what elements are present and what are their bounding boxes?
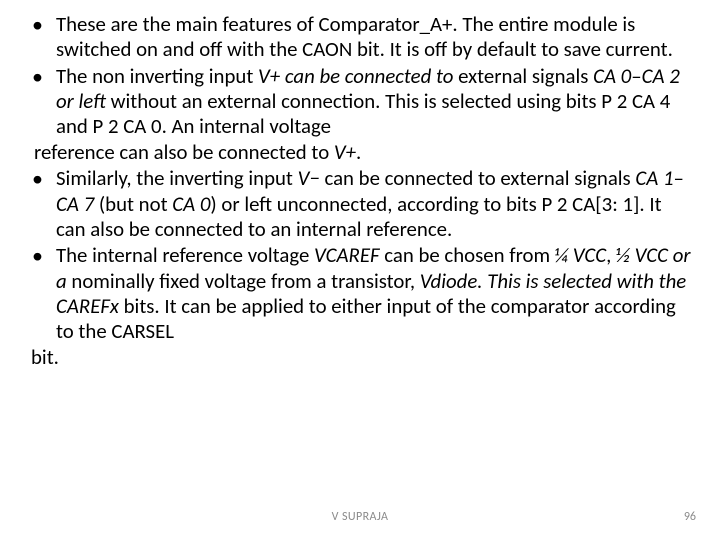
slide: These are the main features of Comparato… bbox=[0, 0, 720, 540]
b3-d: CA 1 bbox=[635, 165, 673, 191]
b4-k: bits. It can be applied to either input … bbox=[56, 293, 676, 344]
b4-b: VCAREF bbox=[314, 242, 384, 268]
b2-g: without an external connection. This is … bbox=[56, 88, 670, 139]
b3-e: – bbox=[674, 165, 684, 191]
b2-c: external signals bbox=[458, 63, 593, 89]
bullet-item-3: Similarly, the inverting input V− can be… bbox=[28, 166, 692, 242]
b2-i: V+ bbox=[334, 139, 356, 165]
bullet-list: These are the main features of Comparato… bbox=[28, 12, 692, 370]
b4-j: CAREFx bbox=[56, 293, 124, 319]
b4-e: , bbox=[606, 242, 616, 268]
bullet-item-1: These are the main features of Comparato… bbox=[28, 12, 692, 63]
b3-f: CA 7 bbox=[56, 191, 99, 217]
b3-h: CA 0 bbox=[172, 191, 210, 217]
bullet-1-text: These are the main features of Comparato… bbox=[56, 11, 673, 62]
b2-h: reference can also be connected to bbox=[34, 139, 334, 165]
b4-i: . This is selected with the bbox=[477, 268, 686, 294]
b4-l: bit. bbox=[31, 345, 692, 370]
footer-page-number: 96 bbox=[684, 510, 696, 524]
bullet-item-4: The internal reference voltage VCAREF ca… bbox=[28, 243, 692, 370]
b3-a: Similarly, the inverting input bbox=[56, 165, 298, 191]
b4-c: can be chosen from bbox=[384, 242, 555, 268]
b2-d: CA 0 bbox=[593, 63, 631, 89]
b3-c: can be connected to external signals bbox=[324, 165, 635, 191]
b2-cont: reference can also be connected to V+. bbox=[34, 140, 692, 165]
b3-g: (but not bbox=[99, 191, 172, 217]
b4-a: The internal reference voltage bbox=[56, 242, 314, 268]
bullet-item-2: The non inverting input V+ can be connec… bbox=[28, 64, 692, 165]
b4-g: nominally fixed voltage from a transisto… bbox=[71, 268, 419, 294]
b2-b: V+ can be connected to bbox=[258, 63, 458, 89]
b4-h: Vdiode bbox=[420, 268, 478, 294]
b4-d: ¼ VCC bbox=[555, 242, 606, 268]
b2-a: The non inverting input bbox=[56, 63, 258, 89]
footer-author: V SUPRAJA bbox=[0, 510, 720, 524]
b2-j: . bbox=[356, 139, 361, 165]
b2-e: – bbox=[631, 63, 641, 89]
b3-b: V− bbox=[298, 165, 325, 191]
